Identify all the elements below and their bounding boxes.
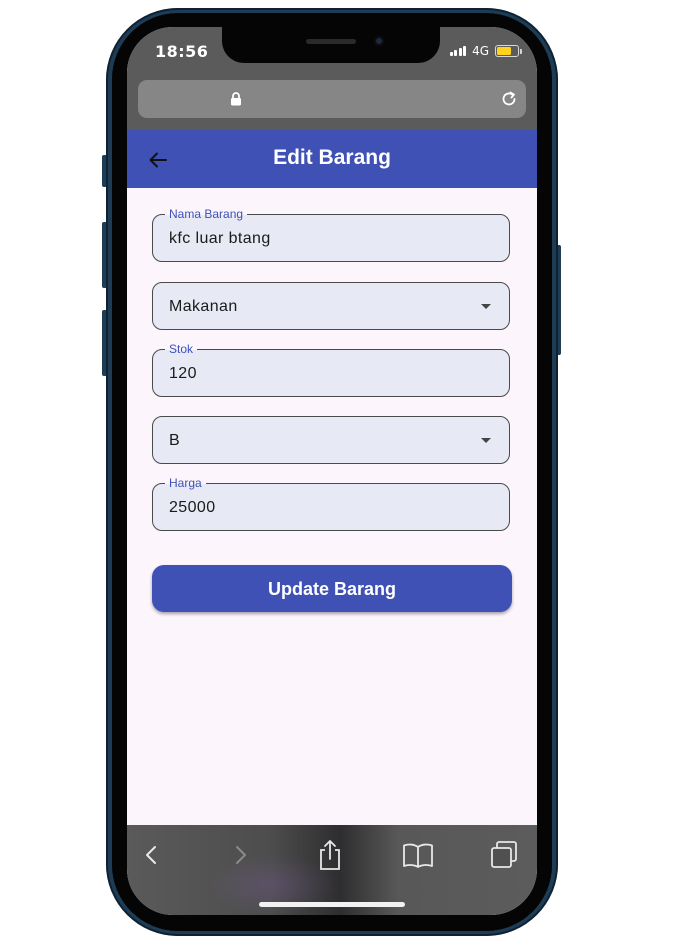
dropdown-arrow-icon [481, 438, 491, 443]
battery-icon [495, 45, 522, 57]
nama-barang-label: Nama Barang [165, 206, 248, 222]
stok-field[interactable]: Stok 120 [152, 341, 510, 397]
notch [222, 27, 440, 63]
stok-label: Stok [165, 341, 198, 357]
front-camera [374, 36, 384, 46]
harga-field[interactable]: Harga 25000 [152, 475, 510, 531]
stok-value: 120 [169, 365, 197, 382]
kategori-selected: Makanan [169, 298, 238, 315]
harga-label: Harga [165, 475, 206, 491]
status-indicators: 4G [449, 44, 522, 58]
share-icon[interactable] [317, 839, 343, 871]
page-title: Edit Barang [273, 146, 391, 169]
nama-barang-field[interactable]: Nama Barang kfc luar btang [152, 206, 510, 262]
battery-level [497, 47, 511, 55]
forward-chevron-icon[interactable] [233, 841, 249, 869]
network-type: 4G [472, 44, 489, 58]
nama-barang-value: kfc luar btang [169, 230, 271, 247]
grade-selected: B [169, 432, 181, 449]
harga-value: 25000 [169, 499, 216, 516]
signal-icon [449, 46, 467, 56]
grade-dropdown[interactable]: B [152, 416, 510, 464]
dropdown-arrow-icon [481, 304, 491, 309]
url-bar[interactable] [138, 80, 526, 118]
reload-icon[interactable] [500, 90, 518, 108]
kategori-dropdown[interactable]: Makanan [152, 282, 510, 330]
tabs-icon[interactable] [489, 840, 519, 870]
status-time: 18:56 [155, 42, 209, 61]
home-indicator [259, 902, 405, 907]
browser-chrome-top: 18:56 4G [127, 27, 537, 130]
back-chevron-icon[interactable] [143, 841, 159, 869]
update-barang-button[interactable]: Update Barang [152, 565, 512, 612]
phone-screen: 18:56 4G Edit Barang Nama Barang kfc lua… [127, 27, 537, 915]
lock-icon [231, 92, 241, 106]
app-bar: Edit Barang [127, 130, 537, 188]
speaker-grille [306, 39, 356, 44]
bookmarks-icon[interactable] [402, 842, 434, 868]
